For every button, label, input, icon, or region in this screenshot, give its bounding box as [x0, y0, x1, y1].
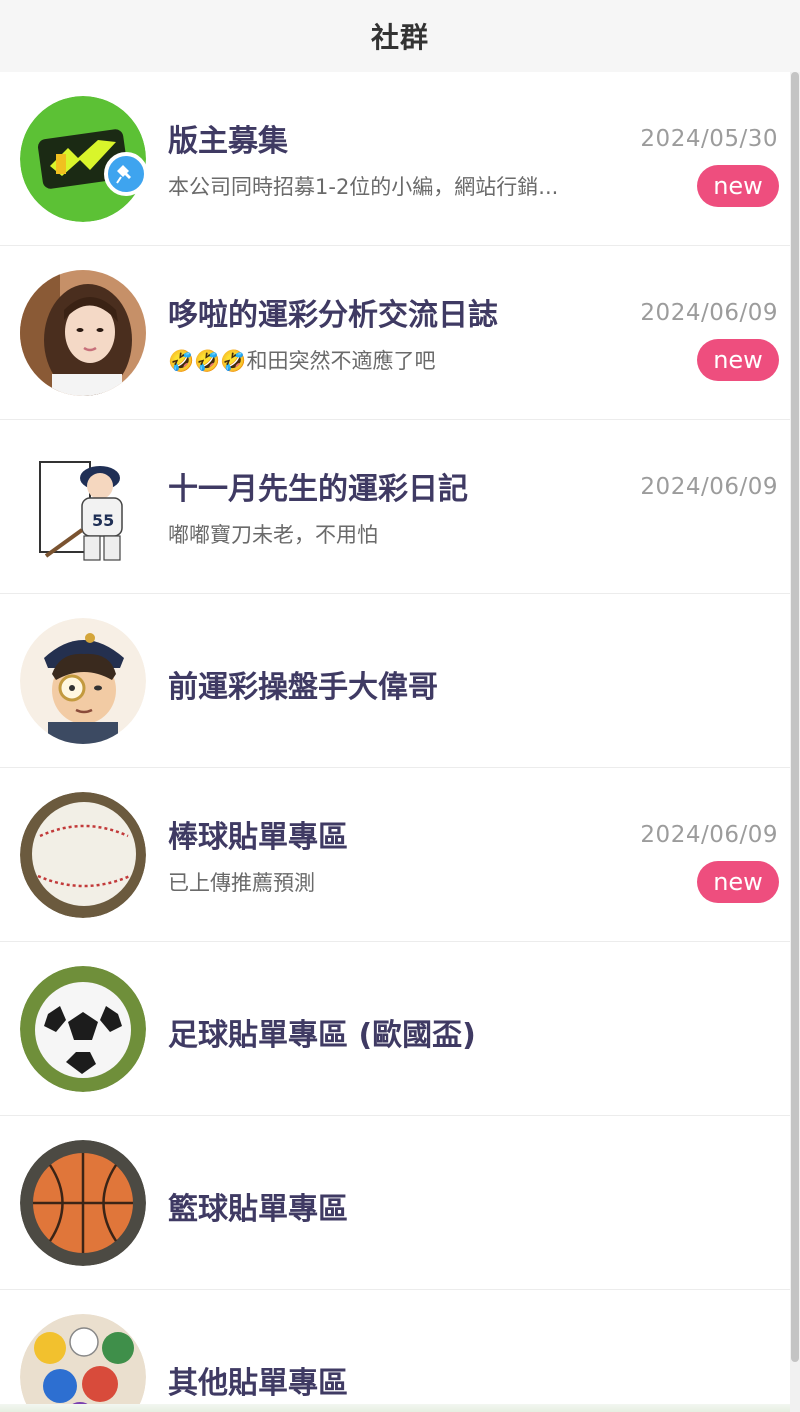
- woman-portrait-avatar: [20, 270, 146, 396]
- new-badge: new: [697, 861, 779, 903]
- bottom-edge: [0, 1404, 790, 1412]
- list-item-soccer-zone[interactable]: 足球貼單專區 (歐國盃): [0, 942, 790, 1116]
- baseball-player-sketch-avatar: 55: [20, 444, 146, 570]
- list-item-baseball-zone[interactable]: 棒球貼單專區 已上傳推薦預測 2024/06/09 new: [0, 768, 790, 942]
- new-badge: new: [697, 339, 779, 381]
- list-item-title: 足球貼單專區 (歐國盃): [168, 1018, 476, 1053]
- svg-text:55: 55: [92, 511, 114, 530]
- page-title: 社群: [370, 21, 429, 54]
- list-item-big-wei[interactable]: 前運彩操盤手大偉哥: [0, 594, 790, 768]
- list-item-date: 2024/06/09: [640, 822, 778, 848]
- list-item-title: 其他貼單專區: [168, 1366, 348, 1401]
- list-item-title: 十一月先生的運彩日記: [168, 472, 468, 507]
- list-item-title: 籃球貼單專區: [168, 1192, 348, 1227]
- list-item-title: 版主募集: [168, 124, 288, 159]
- pin-icon: [104, 152, 148, 196]
- app-header: 社群: [0, 0, 800, 72]
- list-item-title: 棒球貼單專區: [168, 820, 348, 855]
- scrollbar[interactable]: [790, 72, 800, 1412]
- new-badge: new: [697, 165, 779, 207]
- list-item-title: 哆啦的運彩分析交流日誌: [168, 298, 498, 333]
- soccer-ball-icon: [20, 966, 146, 1092]
- mixed-balls-icon: [20, 1314, 146, 1412]
- list-item-title: 前運彩操盤手大偉哥: [168, 670, 438, 705]
- cartoon-detective-avatar: [20, 618, 146, 744]
- list-item-date: 2024/06/09: [640, 300, 778, 326]
- list-item-preview: 🤣🤣🤣和田突然不適應了吧: [168, 349, 436, 373]
- list-item-preview: 嘟嘟寶刀未老，不用怕: [168, 523, 378, 547]
- list-item-moderator-recruit[interactable]: 版主募集 本公司同時招募1-2位的小編，網站行銷... 2024/05/30 n…: [0, 72, 790, 246]
- community-list: 版主募集 本公司同時招募1-2位的小編，網站行銷... 2024/05/30 n…: [0, 72, 790, 1412]
- list-item-dora-journal[interactable]: 哆啦的運彩分析交流日誌 🤣🤣🤣和田突然不適應了吧 2024/06/09 new: [0, 246, 790, 420]
- list-item-date: 2024/06/09: [640, 474, 778, 500]
- baseball-icon: [20, 792, 146, 918]
- basketball-icon: [20, 1140, 146, 1266]
- list-item-mr-november[interactable]: 55 十一月先生的運彩日記 嘟嘟寶刀未老，不用怕 2024/06/09: [0, 420, 790, 594]
- list-item-preview: 已上傳推薦預測: [168, 871, 315, 895]
- scrollbar-thumb[interactable]: [791, 72, 799, 1362]
- list-item-basketball-zone[interactable]: 籃球貼單專區: [0, 1116, 790, 1290]
- list-item-date: 2024/05/30: [640, 126, 778, 152]
- list-item-preview: 本公司同時招募1-2位的小編，網站行銷...: [168, 175, 559, 199]
- list-item-other-zone[interactable]: 其他貼單專區: [0, 1290, 790, 1412]
